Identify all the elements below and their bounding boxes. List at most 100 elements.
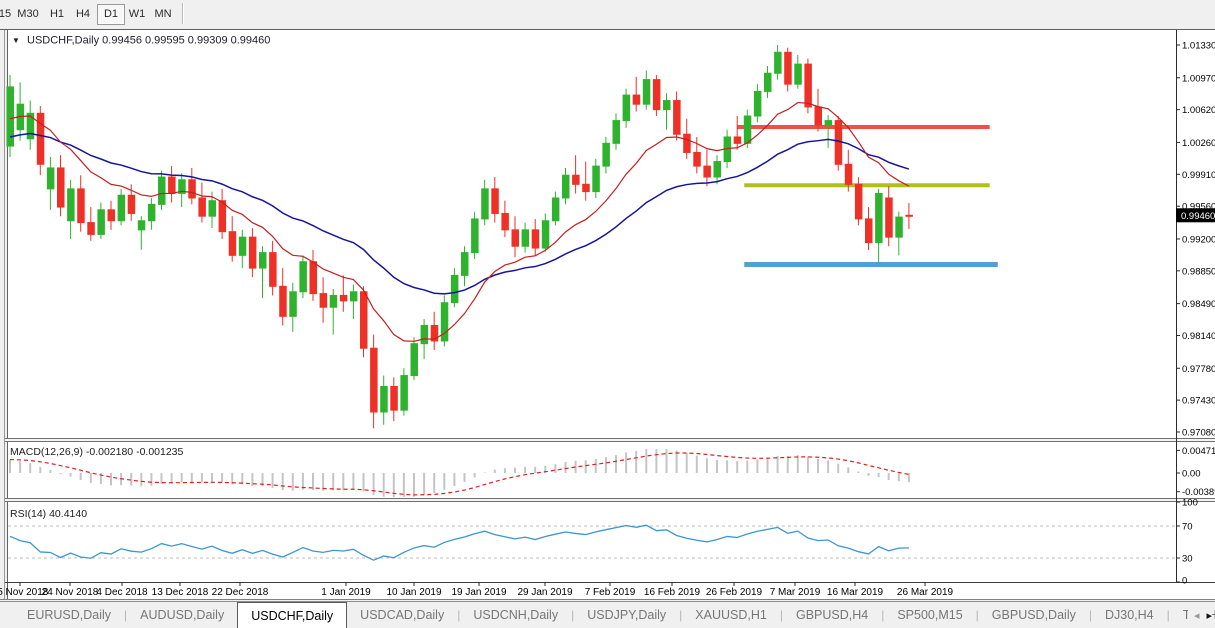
- candle-body: [684, 134, 691, 152]
- candle-body: [249, 237, 256, 268]
- rsi-scale-label: 100: [1182, 498, 1198, 509]
- candle-body: [189, 180, 196, 198]
- time-tick-label: 26 Mar 2019: [897, 587, 954, 598]
- timeframe-mn-button[interactable]: MN: [149, 4, 177, 25]
- chart-background: [8, 30, 1215, 599]
- candle-body: [694, 152, 701, 166]
- candle-body: [381, 386, 388, 411]
- tab-usdcad-daily[interactable]: USDCAD,Daily: [347, 602, 457, 628]
- tab-audusd-daily[interactable]: AUDUSD,Daily: [127, 602, 237, 628]
- candle-body: [330, 295, 337, 307]
- tab-sp500-m15[interactable]: SP500,M15: [884, 602, 975, 628]
- time-tick-label: 16 Feb 2019: [644, 587, 701, 598]
- tab-dj30-h4[interactable]: DJ30,H4: [1092, 602, 1167, 628]
- candle-body: [482, 189, 489, 219]
- toolbar-separator: [182, 3, 183, 24]
- tab-gbpusd-daily[interactable]: GBPUSD,Daily: [979, 602, 1089, 628]
- candle-body: [300, 262, 307, 292]
- candle-body: [229, 232, 236, 256]
- candle-body: [138, 221, 145, 230]
- time-tick-label: 26 Feb 2019: [706, 587, 763, 598]
- price-tick-label: 0.97080: [1182, 428, 1215, 439]
- candle-body: [472, 219, 479, 253]
- tab-eurusd-daily[interactable]: EURUSD,Daily: [14, 602, 124, 628]
- price-tick-label: 0.97430: [1182, 396, 1215, 407]
- candle-body: [593, 166, 600, 191]
- time-tick-label: 29 Jan 2019: [517, 587, 572, 598]
- candle-body: [350, 292, 357, 301]
- candle-body: [68, 189, 75, 221]
- candle-body: [532, 230, 539, 248]
- timeframe-h4-button[interactable]: H4: [69, 4, 97, 25]
- rsi-label: RSI(14) 40.4140: [10, 508, 87, 520]
- tab-usdcnh-daily[interactable]: USDCNH,Daily: [460, 602, 571, 628]
- candle-body: [58, 168, 65, 207]
- price-tick-label: 0.97780: [1182, 364, 1215, 375]
- scroll-right-icon[interactable]: ▸: [1206, 609, 1212, 622]
- candle-body: [674, 101, 681, 135]
- candle-body: [603, 143, 610, 166]
- symbol-dropdown-icon[interactable]: ▼: [12, 36, 20, 45]
- price-tick-label: 0.99200: [1182, 234, 1215, 245]
- candle-body: [37, 113, 44, 164]
- candle-body: [573, 175, 580, 184]
- price-tick-label: 1.00260: [1182, 138, 1215, 149]
- candle-body: [805, 64, 812, 107]
- price-tick-label: 0.98140: [1182, 331, 1215, 342]
- candle-body: [260, 253, 267, 268]
- candle-body: [128, 195, 135, 213]
- tab-gbpusd-h4[interactable]: GBPUSD,H4: [783, 602, 881, 628]
- timeframe-d1-button[interactable]: D1: [97, 4, 125, 25]
- rsi-scale-label: 30: [1182, 554, 1193, 565]
- price-chart[interactable]: ▼USDCHF,Daily 0.99456 0.99595 0.99309 0.…: [0, 28, 1215, 601]
- candle-body: [785, 52, 792, 84]
- time-tick-label: 24 Nov 2018: [42, 587, 99, 598]
- candle-body: [542, 221, 549, 248]
- candle-body: [492, 189, 499, 214]
- candle-body: [270, 253, 277, 287]
- macd-scale-label: 0.00: [1182, 469, 1201, 480]
- time-tick-label: 4 Dec 2018: [96, 587, 148, 598]
- candle-body: [209, 201, 216, 216]
- candle-body: [734, 137, 741, 143]
- tab-xauusd-h1[interactable]: XAUUSD,H1: [682, 602, 780, 628]
- timeframe-toolbar: 15 M30 H1 H4 D1 W1 MN: [0, 0, 1215, 28]
- candle-body: [98, 210, 105, 235]
- price-tick-label: 1.00970: [1182, 73, 1215, 84]
- candle-body: [744, 116, 751, 143]
- price-tick-label: 0.98850: [1182, 266, 1215, 277]
- candle-body: [633, 95, 640, 104]
- candle-body: [754, 91, 761, 116]
- candle-body: [765, 73, 772, 91]
- time-tick-label: 16 Mar 2019: [827, 587, 884, 598]
- price-tick-label: 0.98490: [1182, 299, 1215, 310]
- rsi-scale-label: 70: [1182, 522, 1193, 533]
- candle-body: [876, 193, 883, 242]
- candle-body: [563, 175, 570, 198]
- scroll-left-icon[interactable]: ◂: [1194, 609, 1200, 622]
- candle-body: [845, 164, 852, 184]
- candle-body: [825, 121, 832, 126]
- price-tag-label: 0.99460: [1181, 211, 1215, 222]
- symbol-tabbar: EURUSD,Daily| AUDUSD,Daily USDCHF,Daily …: [0, 601, 1215, 628]
- tab-usdchf-daily[interactable]: USDCHF,Daily: [237, 602, 347, 628]
- candle-body: [795, 64, 802, 84]
- candle-body: [401, 376, 408, 411]
- macd-scale-label: 0.004718: [1182, 446, 1215, 457]
- candle-body: [88, 223, 95, 235]
- candle-body: [108, 210, 115, 221]
- candle-body: [552, 198, 559, 221]
- candle-body: [391, 386, 398, 410]
- candle-body: [411, 344, 418, 376]
- candle-body: [118, 195, 125, 220]
- timeframe-w1-button[interactable]: W1: [123, 4, 151, 25]
- timeframe-m30-button[interactable]: M30: [12, 4, 44, 25]
- timeframe-h1-button[interactable]: H1: [43, 4, 71, 25]
- candle-body: [148, 204, 155, 220]
- candle-body: [855, 184, 862, 219]
- tab-usdjpy-daily[interactable]: USDJPY,Daily: [574, 602, 679, 628]
- candle-body: [815, 107, 822, 125]
- time-tick-label: 13 Dec 2018: [152, 587, 209, 598]
- candle-body: [613, 121, 620, 144]
- candle-body: [643, 80, 650, 105]
